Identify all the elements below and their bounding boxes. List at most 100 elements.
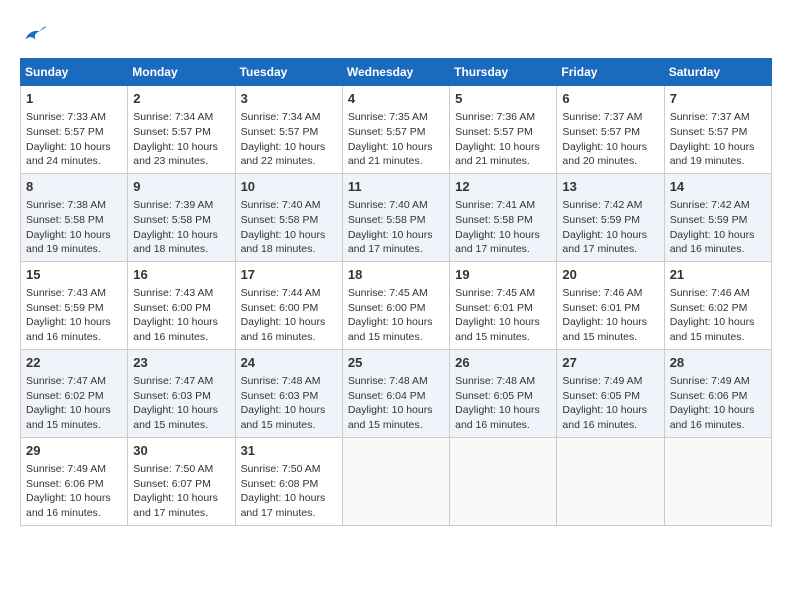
calendar-cell: 28Sunrise: 7:49 AMSunset: 6:06 PMDayligh… [664, 349, 771, 437]
calendar-cell: 5Sunrise: 7:36 AMSunset: 5:57 PMDaylight… [450, 86, 557, 174]
sunrise-text: Sunrise: 7:43 AM [26, 287, 106, 299]
daylight-minutes: and 16 minutes. [133, 331, 208, 343]
daylight-minutes: and 16 minutes. [241, 331, 316, 343]
calendar-cell: 23Sunrise: 7:47 AMSunset: 6:03 PMDayligh… [128, 349, 235, 437]
sunset-text: Sunset: 5:58 PM [26, 214, 104, 226]
sunset-text: Sunset: 6:01 PM [562, 302, 640, 314]
daylight-label: Daylight: 10 hours [26, 141, 111, 153]
daylight-label: Daylight: 10 hours [455, 141, 540, 153]
sunset-text: Sunset: 6:05 PM [562, 390, 640, 402]
daylight-label: Daylight: 10 hours [133, 229, 218, 241]
day-number: 25 [348, 354, 444, 372]
day-number: 29 [26, 442, 122, 460]
calendar-table: SundayMondayTuesdayWednesdayThursdayFrid… [20, 58, 772, 526]
calendar-cell [342, 437, 449, 525]
day-number: 26 [455, 354, 551, 372]
daylight-label: Daylight: 10 hours [348, 141, 433, 153]
calendar-header-monday: Monday [128, 59, 235, 86]
day-number: 21 [670, 266, 766, 284]
calendar-cell: 26Sunrise: 7:48 AMSunset: 6:05 PMDayligh… [450, 349, 557, 437]
calendar-cell: 9Sunrise: 7:39 AMSunset: 5:58 PMDaylight… [128, 173, 235, 261]
sunset-text: Sunset: 6:00 PM [348, 302, 426, 314]
day-number: 9 [133, 178, 229, 196]
daylight-minutes: and 21 minutes. [455, 155, 530, 167]
sunset-text: Sunset: 5:58 PM [348, 214, 426, 226]
calendar-header-row: SundayMondayTuesdayWednesdayThursdayFrid… [21, 59, 772, 86]
calendar-header-thursday: Thursday [450, 59, 557, 86]
sunset-text: Sunset: 6:00 PM [133, 302, 211, 314]
day-number: 7 [670, 90, 766, 108]
calendar-cell: 15Sunrise: 7:43 AMSunset: 5:59 PMDayligh… [21, 261, 128, 349]
sunrise-text: Sunrise: 7:41 AM [455, 199, 535, 211]
calendar-cell: 3Sunrise: 7:34 AMSunset: 5:57 PMDaylight… [235, 86, 342, 174]
calendar-cell: 13Sunrise: 7:42 AMSunset: 5:59 PMDayligh… [557, 173, 664, 261]
sunrise-text: Sunrise: 7:49 AM [562, 375, 642, 387]
day-number: 30 [133, 442, 229, 460]
daylight-label: Daylight: 10 hours [26, 316, 111, 328]
daylight-label: Daylight: 10 hours [348, 404, 433, 416]
daylight-label: Daylight: 10 hours [133, 404, 218, 416]
daylight-label: Daylight: 10 hours [241, 492, 326, 504]
calendar-cell: 4Sunrise: 7:35 AMSunset: 5:57 PMDaylight… [342, 86, 449, 174]
daylight-label: Daylight: 10 hours [26, 492, 111, 504]
calendar-cell: 27Sunrise: 7:49 AMSunset: 6:05 PMDayligh… [557, 349, 664, 437]
sunset-text: Sunset: 5:57 PM [241, 126, 319, 138]
sunrise-text: Sunrise: 7:45 AM [348, 287, 428, 299]
calendar-week-row: 1Sunrise: 7:33 AMSunset: 5:57 PMDaylight… [21, 86, 772, 174]
day-number: 15 [26, 266, 122, 284]
daylight-label: Daylight: 10 hours [562, 141, 647, 153]
calendar-cell: 1Sunrise: 7:33 AMSunset: 5:57 PMDaylight… [21, 86, 128, 174]
sunset-text: Sunset: 5:58 PM [241, 214, 319, 226]
daylight-label: Daylight: 10 hours [562, 316, 647, 328]
calendar-body: 1Sunrise: 7:33 AMSunset: 5:57 PMDaylight… [21, 86, 772, 526]
daylight-label: Daylight: 10 hours [455, 229, 540, 241]
day-number: 22 [26, 354, 122, 372]
day-number: 28 [670, 354, 766, 372]
day-number: 8 [26, 178, 122, 196]
calendar-cell: 25Sunrise: 7:48 AMSunset: 6:04 PMDayligh… [342, 349, 449, 437]
sunset-text: Sunset: 5:57 PM [562, 126, 640, 138]
calendar-week-row: 15Sunrise: 7:43 AMSunset: 5:59 PMDayligh… [21, 261, 772, 349]
sunset-text: Sunset: 5:59 PM [562, 214, 640, 226]
day-number: 24 [241, 354, 337, 372]
calendar-cell: 12Sunrise: 7:41 AMSunset: 5:58 PMDayligh… [450, 173, 557, 261]
calendar-cell: 6Sunrise: 7:37 AMSunset: 5:57 PMDaylight… [557, 86, 664, 174]
sunrise-text: Sunrise: 7:49 AM [26, 463, 106, 475]
sunset-text: Sunset: 6:07 PM [133, 478, 211, 490]
day-number: 19 [455, 266, 551, 284]
sunset-text: Sunset: 5:57 PM [670, 126, 748, 138]
page-header [20, 20, 772, 48]
daylight-minutes: and 16 minutes. [455, 419, 530, 431]
daylight-minutes: and 16 minutes. [670, 243, 745, 255]
day-number: 27 [562, 354, 658, 372]
daylight-minutes: and 17 minutes. [241, 507, 316, 519]
calendar-week-row: 22Sunrise: 7:47 AMSunset: 6:02 PMDayligh… [21, 349, 772, 437]
sunrise-text: Sunrise: 7:46 AM [670, 287, 750, 299]
daylight-label: Daylight: 10 hours [241, 404, 326, 416]
calendar-header-sunday: Sunday [21, 59, 128, 86]
sunset-text: Sunset: 6:05 PM [455, 390, 533, 402]
logo [20, 20, 52, 48]
calendar-cell: 11Sunrise: 7:40 AMSunset: 5:58 PMDayligh… [342, 173, 449, 261]
sunrise-text: Sunrise: 7:48 AM [348, 375, 428, 387]
daylight-minutes: and 15 minutes. [26, 419, 101, 431]
day-number: 5 [455, 90, 551, 108]
daylight-label: Daylight: 10 hours [348, 316, 433, 328]
calendar-cell: 7Sunrise: 7:37 AMSunset: 5:57 PMDaylight… [664, 86, 771, 174]
sunrise-text: Sunrise: 7:42 AM [670, 199, 750, 211]
day-number: 13 [562, 178, 658, 196]
day-number: 6 [562, 90, 658, 108]
daylight-label: Daylight: 10 hours [241, 229, 326, 241]
sunrise-text: Sunrise: 7:47 AM [133, 375, 213, 387]
day-number: 18 [348, 266, 444, 284]
daylight-minutes: and 18 minutes. [241, 243, 316, 255]
daylight-label: Daylight: 10 hours [455, 316, 540, 328]
sunset-text: Sunset: 6:06 PM [670, 390, 748, 402]
calendar-cell: 20Sunrise: 7:46 AMSunset: 6:01 PMDayligh… [557, 261, 664, 349]
day-number: 3 [241, 90, 337, 108]
daylight-label: Daylight: 10 hours [26, 229, 111, 241]
calendar-cell [664, 437, 771, 525]
day-number: 31 [241, 442, 337, 460]
sunrise-text: Sunrise: 7:40 AM [348, 199, 428, 211]
daylight-minutes: and 16 minutes. [26, 331, 101, 343]
